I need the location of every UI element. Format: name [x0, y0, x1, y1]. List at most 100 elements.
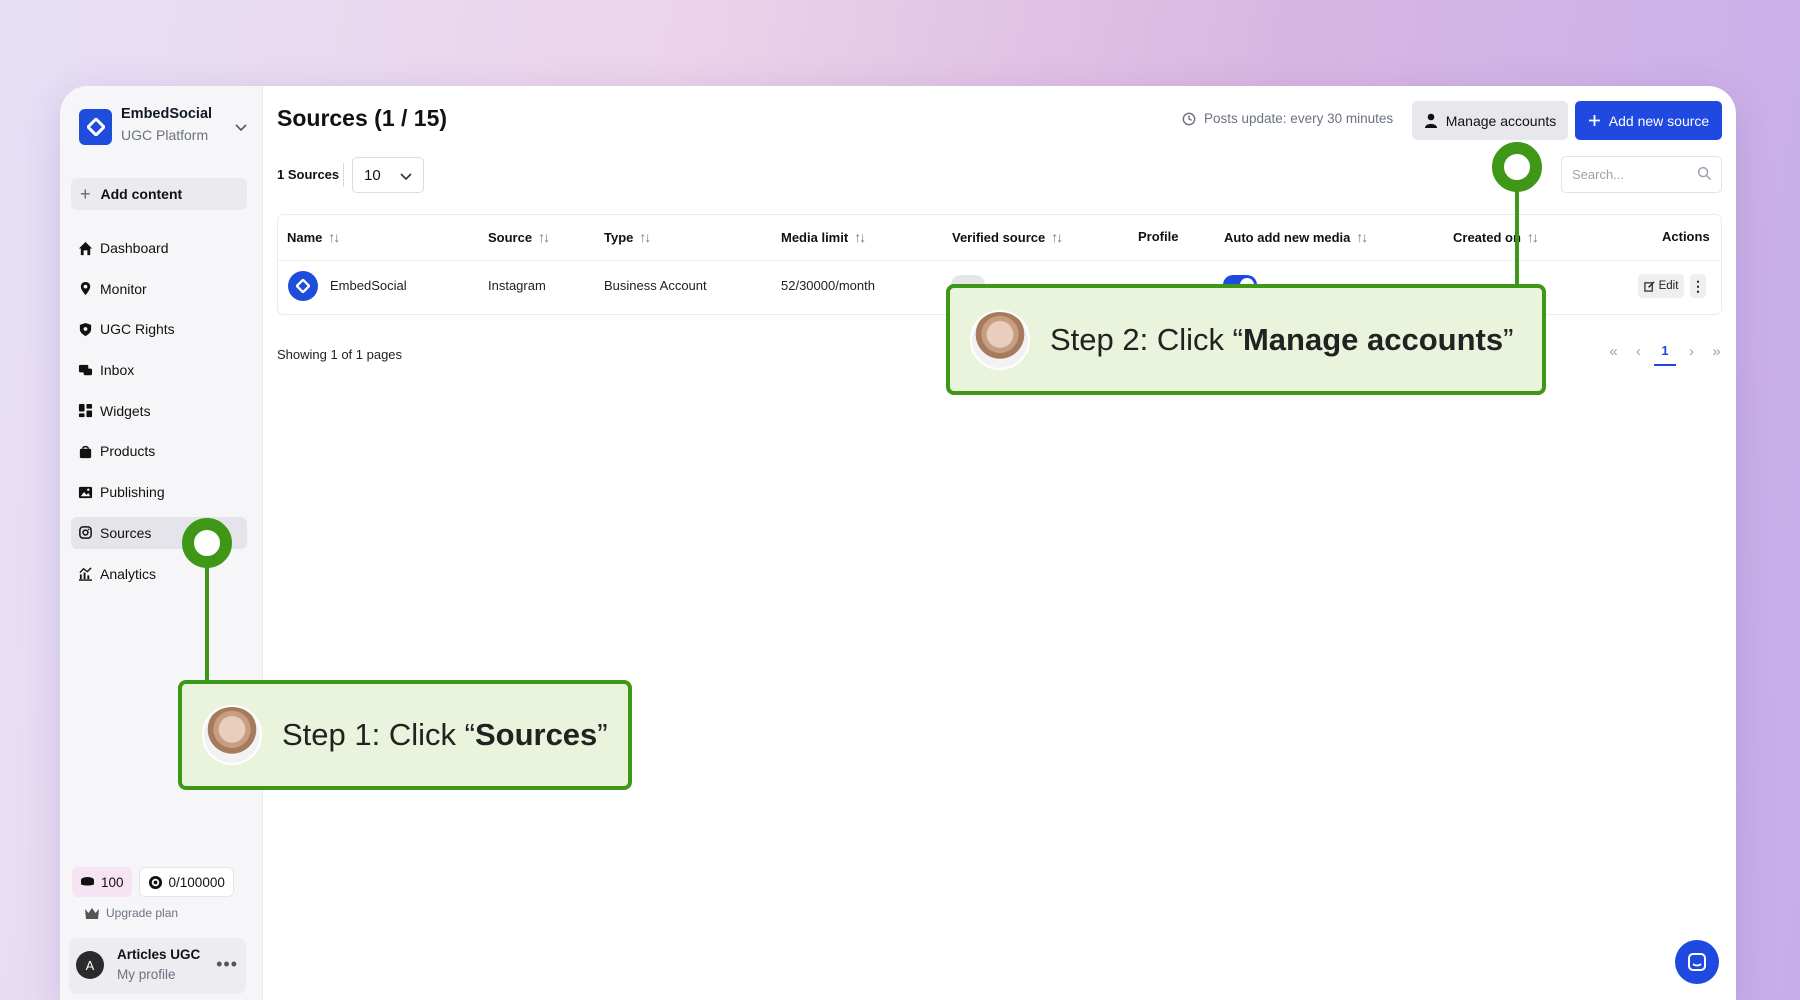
edit-icon	[1643, 280, 1655, 292]
posts-update-text: Posts update: every 30 minutes	[1204, 111, 1394, 126]
page-size-value: 10	[364, 166, 381, 184]
sort-icon: ↑↓	[1526, 229, 1539, 245]
avatar: A	[76, 951, 104, 979]
column-label: Source	[488, 229, 533, 245]
chevron-down-icon	[400, 173, 412, 181]
location-pin-icon	[80, 282, 91, 296]
column-header-media-limit[interactable]: Media limit ↑↓	[781, 229, 866, 245]
upgrade-plan-label: Upgrade plan	[106, 906, 179, 920]
profile-card[interactable]: A Articles UGC My profile •••	[69, 938, 246, 994]
sort-icon: ↑↓	[639, 229, 651, 245]
column-header-type[interactable]: Type ↑↓	[604, 229, 651, 245]
sort-icon: ↑↓	[328, 229, 340, 245]
views-badge[interactable]: 0/100000	[138, 867, 234, 897]
page-number-button[interactable]: 1	[1654, 336, 1676, 366]
cell-media-limit: 52/30000/month	[781, 278, 875, 293]
column-label: Actions	[1662, 229, 1710, 244]
posts-update-status: Posts update: every 30 minutes	[1182, 111, 1393, 126]
sidebar-item-label: UGC Rights	[100, 321, 175, 338]
coins-badge[interactable]: 100	[72, 867, 132, 897]
column-label: Auto add new media	[1224, 229, 1351, 245]
shopping-bag-icon	[79, 445, 92, 458]
cell-source: Instagram	[488, 278, 546, 293]
cell-type: Business Account	[604, 278, 707, 293]
sort-icon: ↑↓	[1356, 229, 1368, 245]
more-options-icon[interactable]: •••	[216, 954, 238, 975]
workspace-switcher[interactable]: EmbedSocial UGC Platform	[79, 105, 249, 149]
coins-value: 100	[101, 874, 124, 890]
plus-icon: +	[80, 183, 91, 204]
sidebar-item-label: Inbox	[100, 362, 135, 379]
plus-icon	[1588, 115, 1600, 126]
profile-name: Articles UGC	[117, 947, 201, 962]
add-content-label: Add content	[100, 186, 183, 202]
column-label: Type	[604, 229, 634, 245]
guide-avatar	[970, 309, 1030, 370]
sidebar-item-label: Analytics	[100, 565, 157, 582]
column-header-created-on[interactable]: Created on ↑↓	[1453, 229, 1539, 245]
views-value: 0/100000	[168, 874, 225, 890]
sidebar-item-dashboard[interactable]: Dashboard	[71, 232, 247, 264]
step1-prefix: Step 1: Click “	[282, 717, 475, 752]
eye-icon	[148, 875, 162, 889]
column-header-auto-add[interactable]: Auto add new media ↑↓	[1224, 229, 1368, 245]
widgets-icon	[78, 404, 93, 418]
sidebar-item-label: Dashboard	[100, 240, 169, 256]
row-more-button[interactable]: ⋮	[1690, 274, 1706, 298]
search-icon[interactable]	[1697, 166, 1712, 181]
step2-callout: Step 2: Click “Manage accounts”	[946, 284, 1546, 395]
app-window: EmbedSocial UGC Platform + Add content D…	[60, 86, 1736, 1000]
sidebar-item-inbox[interactable]: Inbox	[71, 354, 247, 386]
analytics-icon	[78, 567, 93, 581]
page-title: Sources (1 / 15)	[277, 105, 448, 131]
sidebar-item-monitor[interactable]: Monitor	[71, 273, 247, 305]
step2-suffix: ”	[1503, 321, 1514, 357]
embedsocial-logo-icon	[79, 109, 112, 145]
column-label: Profile	[1138, 229, 1179, 244]
prev-page-button[interactable]: ‹	[1626, 336, 1651, 366]
column-header-source[interactable]: Source ↑↓	[488, 229, 550, 245]
chat-icon	[1688, 953, 1706, 971]
step2-bold: Manage accounts	[1242, 321, 1504, 357]
shield-icon	[79, 322, 92, 336]
sort-icon: ↑↓	[854, 229, 866, 245]
last-page-button[interactable]: »	[1704, 336, 1729, 366]
step2-marker	[1492, 142, 1542, 192]
sidebar-item-label: Monitor	[100, 280, 147, 297]
guide-avatar	[202, 705, 262, 765]
divider	[278, 260, 1721, 261]
usage-credits: 100 0/100000	[72, 867, 234, 897]
sidebar-item-publishing[interactable]: Publishing	[71, 476, 247, 508]
next-page-button[interactable]: ›	[1679, 336, 1704, 366]
add-content-button[interactable]: + Add content	[71, 178, 247, 210]
pagination-summary: Showing 1 of 1 pages	[277, 347, 403, 362]
step1-suffix: ”	[597, 717, 608, 752]
page-size-select[interactable]: 10	[352, 157, 424, 193]
profile-subtitle: My profile	[117, 967, 176, 982]
sidebar-item-products[interactable]: Products	[71, 435, 247, 467]
column-label: Name	[287, 229, 323, 245]
sort-icon: ↑↓	[538, 229, 550, 245]
upgrade-plan-link[interactable]: Upgrade plan	[84, 906, 178, 920]
column-label: Media limit	[781, 229, 849, 245]
embedsocial-logo-icon	[288, 271, 318, 301]
instagram-icon	[79, 526, 92, 540]
chat-support-button[interactable]	[1675, 940, 1719, 984]
sidebar-item-ugc-rights[interactable]: UGC Rights	[71, 313, 247, 345]
manage-accounts-button[interactable]: Manage accounts	[1412, 101, 1568, 140]
brand-subtitle: UGC Platform	[121, 127, 209, 143]
edit-button[interactable]: Edit	[1638, 274, 1684, 298]
column-header-name[interactable]: Name ↑↓	[287, 229, 340, 245]
first-page-button[interactable]: «	[1601, 336, 1626, 366]
sidebar: EmbedSocial UGC Platform + Add content D…	[60, 86, 263, 1000]
add-new-source-label: Add new source	[1608, 112, 1710, 129]
clock-icon	[1182, 112, 1196, 125]
edit-label: Edit	[1658, 280, 1679, 292]
sidebar-item-widgets[interactable]: Widgets	[71, 395, 247, 427]
add-new-source-button[interactable]: Add new source	[1575, 101, 1722, 140]
column-header-verified-source[interactable]: Verified source ↑↓	[952, 229, 1063, 245]
brand-name: EmbedSocial	[121, 106, 213, 122]
user-icon	[1424, 113, 1437, 128]
sort-icon: ↑↓	[1051, 229, 1063, 245]
chevron-down-icon	[235, 124, 247, 132]
